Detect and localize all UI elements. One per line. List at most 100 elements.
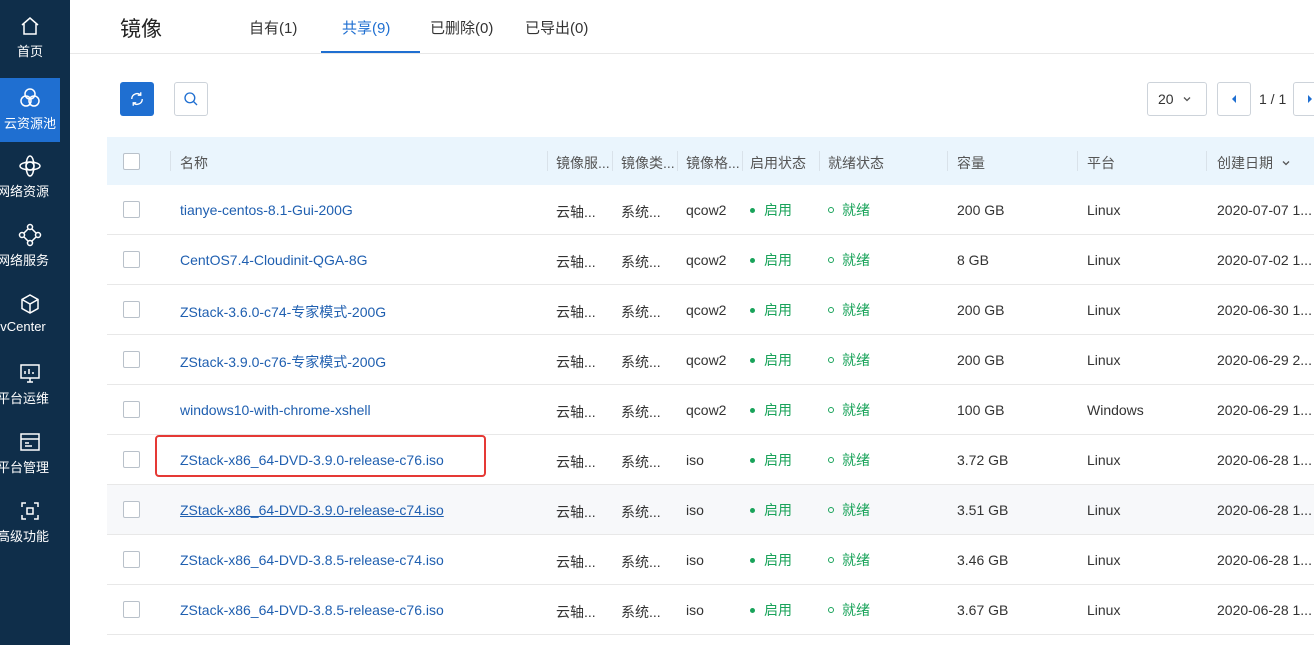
column-header-server[interactable]: 镜像服... <box>556 153 610 173</box>
column-header-name[interactable]: 名称 <box>180 153 208 173</box>
enable-status-label: 启用 <box>764 602 792 618</box>
image-name-link[interactable]: ZStack-x86_64-DVD-3.8.5-release-c74.iso <box>180 552 444 568</box>
sidebar-item-advanced[interactable]: 高级功能 <box>0 491 60 555</box>
ready-status: 就绪 <box>828 600 870 620</box>
column-header-ready-status[interactable]: 就绪状态 <box>828 153 884 173</box>
tab-owned[interactable]: 自有(1) <box>249 17 297 38</box>
image-created-date-cell: 2020-06-29 1... <box>1217 402 1312 418</box>
enable-status: 启用 <box>750 300 792 320</box>
column-header-size[interactable]: 容量 <box>957 153 985 173</box>
table-row[interactable]: windows10-with-chrome-xshell 云轴... 系统... qc… <box>107 385 1314 435</box>
ready-status: 就绪 <box>828 550 870 570</box>
image-name-link[interactable]: ZStack-x86_64-DVD-3.9.0-release-c74.iso <box>180 502 444 518</box>
ready-status-label: 就绪 <box>842 602 870 618</box>
image-platform-cell: Linux <box>1087 252 1121 268</box>
search-button[interactable] <box>174 82 208 116</box>
image-name-link[interactable]: CentOS7.4-Cloudinit-QGA-8G <box>180 252 368 268</box>
image-created-date-cell: 2020-07-02 1... <box>1217 252 1312 268</box>
image-format-cell: iso <box>686 452 704 468</box>
image-platform-cell: Linux <box>1087 502 1121 518</box>
image-name-link[interactable]: ZStack-x86_64-DVD-3.8.5-release-c76.iso <box>180 602 444 618</box>
column-header-platform[interactable]: 平台 <box>1087 153 1115 173</box>
image-format-cell: qcow2 <box>686 352 727 368</box>
image-platform-cell: Linux <box>1087 552 1121 568</box>
image-server-cell: 云轴... <box>556 454 596 470</box>
status-ring-icon <box>828 407 834 413</box>
ready-status: 就绪 <box>828 450 870 470</box>
ready-status-label: 就绪 <box>842 252 870 268</box>
chevron-down-icon <box>1282 161 1290 166</box>
column-divider <box>819 151 820 171</box>
image-type-cell: 系统... <box>621 354 661 370</box>
column-header-created-date[interactable]: 创建日期 <box>1217 153 1291 173</box>
ready-status: 就绪 <box>828 350 870 370</box>
table-row[interactable]: ZStack-3.9.0-c76-专家模式-200G 云轴... 系统... qcow… <box>107 335 1314 385</box>
table-row[interactable]: ZStack-x86_64-DVD-3.9.0-release-c74.iso 云… <box>107 485 1314 535</box>
tab-deleted[interactable]: 已删除(0) <box>430 17 493 38</box>
image-size-cell: 3.46 GB <box>957 552 1009 568</box>
image-name-link[interactable]: tianye-centos-8.1-Gui-200G <box>180 202 353 218</box>
sidebar-item-label: 网络资源 <box>0 184 49 199</box>
column-header-enable-status[interactable]: 启用状态 <box>750 153 806 173</box>
table-row[interactable]: ZStack-x86_64-DVD-3.8.5-release-c76.iso 云… <box>107 585 1314 635</box>
prev-page-button[interactable] <box>1217 82 1251 116</box>
status-ring-icon <box>828 357 834 363</box>
image-type-cell: 系统... <box>621 204 661 220</box>
row-checkbox[interactable] <box>123 201 140 218</box>
row-checkbox[interactable] <box>123 501 140 518</box>
sidebar-item-network-resource[interactable]: 网络资源 <box>0 146 60 210</box>
row-checkbox[interactable] <box>123 551 140 568</box>
image-type-cell: 系统... <box>621 454 661 470</box>
tab-exported[interactable]: 已导出(0) <box>525 17 588 38</box>
tab-shared[interactable]: 共享(9) <box>342 17 390 38</box>
sidebar-item-label: 平台运维 <box>0 391 49 406</box>
row-checkbox[interactable] <box>123 601 140 618</box>
select-all-checkbox[interactable] <box>123 153 140 170</box>
ready-status: 就绪 <box>828 400 870 420</box>
image-platform-cell: Linux <box>1087 602 1121 618</box>
row-checkbox[interactable] <box>123 351 140 368</box>
image-name-link[interactable]: ZStack-3.6.0-c74-专家模式-200G <box>180 302 386 322</box>
image-size-cell: 200 GB <box>957 352 1005 368</box>
table-row[interactable]: ZStack-x86_64-DVD-3.8.5-release-c74.iso 云… <box>107 535 1314 585</box>
row-checkbox[interactable] <box>123 401 140 418</box>
column-header-format[interactable]: 镜像格... <box>686 153 740 173</box>
row-checkbox[interactable] <box>123 251 140 268</box>
status-dot-icon <box>750 607 755 613</box>
image-name-link[interactable]: ZStack-3.9.0-c76-专家模式-200G <box>180 352 386 372</box>
status-ring-icon <box>828 207 834 213</box>
row-checkbox[interactable] <box>123 301 140 318</box>
table-row[interactable]: tianye-centos-8.1-Gui-200G 云轴... 系统... qcow… <box>107 185 1314 235</box>
image-name-link[interactable]: windows10-with-chrome-xshell <box>180 402 371 418</box>
column-divider <box>742 151 743 171</box>
sidebar-item-home[interactable]: 首页 <box>0 6 60 70</box>
sidebar-item-cloud-pool[interactable]: 云资源池 <box>0 78 60 142</box>
monitor-icon <box>20 364 40 383</box>
sidebar-item-network-service[interactable]: 网络服务 <box>0 215 60 279</box>
row-checkbox[interactable] <box>123 451 140 468</box>
image-platform-cell: Linux <box>1087 302 1121 318</box>
image-name-link[interactable]: ZStack-x86_64-DVD-3.9.0-release-c76.iso <box>180 452 444 468</box>
status-dot-icon <box>750 207 755 213</box>
ready-status-label: 就绪 <box>842 302 870 318</box>
sidebar-item-vcenter[interactable]: vCenter <box>0 284 60 348</box>
cloud-pool-icon <box>20 88 40 107</box>
next-page-button[interactable] <box>1293 82 1314 116</box>
sidebar-item-ops[interactable]: 平台运维 <box>0 353 60 417</box>
table-row[interactable]: CentOS7.4-Cloudinit-QGA-8G 云轴... 系统... qcow… <box>107 235 1314 285</box>
status-dot-icon <box>750 557 755 563</box>
table-row[interactable]: ZStack-3.6.0-c74-专家模式-200G 云轴... 系统... qcow… <box>107 285 1314 335</box>
home-icon <box>21 17 39 35</box>
table-row[interactable]: ZStack-x86_64-DVD-3.9.0-release-c76.iso 云… <box>107 435 1314 485</box>
image-created-date-cell: 2020-07-07 1... <box>1217 202 1312 218</box>
column-header-type[interactable]: 镜像类... <box>621 153 675 173</box>
sidebar-item-management[interactable]: 平台管理 <box>0 422 60 486</box>
image-format-cell: qcow2 <box>686 402 727 418</box>
ready-status: 就绪 <box>828 200 870 220</box>
refresh-button[interactable] <box>120 82 154 116</box>
status-ring-icon <box>828 457 834 463</box>
page-size-select[interactable]: 20 <box>1147 82 1207 116</box>
enable-status-label: 启用 <box>764 502 792 518</box>
page-indicator: 1 / 1 <box>1259 91 1287 107</box>
enable-status: 启用 <box>750 200 792 220</box>
